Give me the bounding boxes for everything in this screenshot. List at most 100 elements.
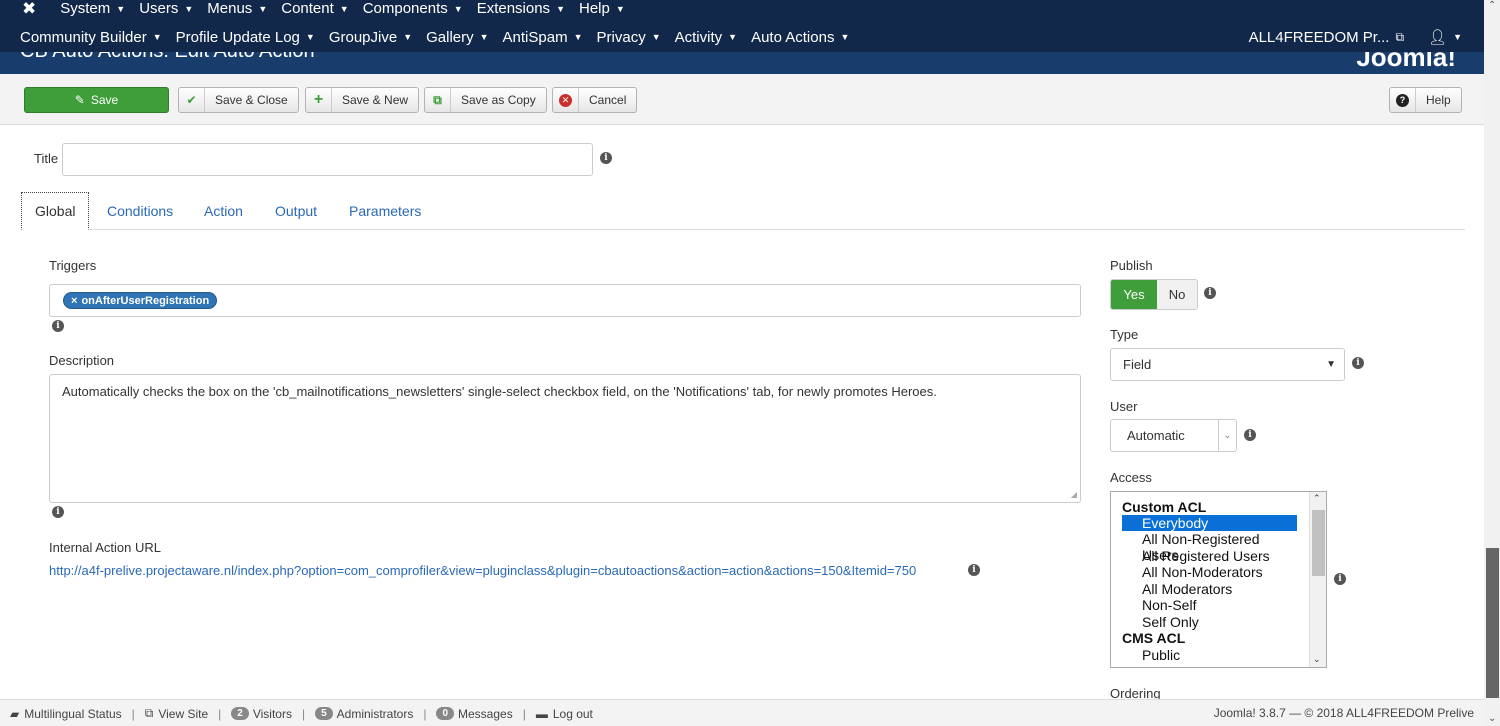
menu-activity[interactable]: Activity ▼ [675,29,737,46]
caret-down-icon: ▼ [840,32,850,42]
copy-icon: ⧉ [425,88,451,112]
save-new-label: Save & New [342,93,409,107]
menu-auto-actions[interactable]: Auto Actions ▼ [751,29,849,46]
listbox-option[interactable]: All Non-Moderators [1122,564,1297,580]
scroll-down-icon[interactable]: ⌄ [1488,713,1496,724]
menu-privacy[interactable]: Privacy ▼ [597,29,661,46]
multilingual-status-link[interactable]: ▰ Multilingual Status [10,707,122,721]
minus-icon: ▬ [535,706,548,721]
type-label: Type [1110,327,1139,342]
main-menu-row: ✖ System ▼ Users ▼ Menus ▼ Content ▼ Compone… [22,0,639,17]
menu-users[interactable]: Users ▼ [139,0,193,17]
caret-down-icon: ▼ [556,3,565,14]
info-icon[interactable]: i [968,564,980,576]
save-copy-button[interactable]: ⧉ Save as Copy [424,87,547,113]
menu-label: Community Builder [20,28,147,46]
caret-down-icon: ▼ [1326,359,1336,370]
tab-label: Parameters [349,203,422,219]
publish-toggle[interactable]: Yes No [1110,279,1198,310]
help-label: Help [1426,93,1451,107]
info-icon[interactable]: i [600,152,612,164]
visitors-badge: 2 [231,707,249,720]
info-icon[interactable]: i [1244,429,1256,441]
scroll-thumb[interactable] [1312,510,1325,576]
listbox-option[interactable]: Non-Self [1122,597,1297,613]
check-icon: ✔ [179,88,205,112]
menu-menus[interactable]: Menus ▼ [207,0,267,17]
menu-antispam[interactable]: AntiSpam ▼ [503,29,583,46]
menu-gallery[interactable]: Gallery ▼ [426,29,488,46]
scroll-down-icon[interactable]: ⌄ [1313,654,1321,665]
visitors-link[interactable]: 2 Visitors [231,707,292,721]
user-value: Automatic [1127,428,1185,443]
type-select[interactable]: Field ▼ [1110,348,1345,381]
scroll-up-icon[interactable]: ⌃ [1488,0,1496,11]
view-site-link[interactable]: ⧉ View Site [145,706,208,721]
menu-profile-update-log[interactable]: Profile Update Log ▼ [176,29,315,46]
tab-conditions[interactable]: Conditions [107,192,173,230]
chevron-down-icon: ⌄ [1218,420,1236,451]
menu-extensions[interactable]: Extensions ▼ [477,0,565,17]
help-button[interactable]: ? Help [1389,87,1462,113]
trigger-chip[interactable]: × onAfterUserRegistration [63,292,218,309]
tab-label: Global [35,203,76,219]
view-site-label: View Site [158,706,209,721]
administrators-link[interactable]: 5 Administrators [315,707,413,721]
access-listbox[interactable]: Custom ACL Everybody All Non-Registered … [1110,491,1327,668]
save-button[interactable]: ✎ Save [24,87,169,113]
caret-down-icon: ▼ [116,3,126,14]
listbox-option[interactable]: All Non-Registered Users [1122,531,1297,563]
listbox-option[interactable]: Public [1122,647,1297,663]
info-icon[interactable]: i [52,506,64,518]
visitors-label: Visitors [252,706,292,721]
listbox-option[interactable]: Everybody [1122,515,1297,531]
menu-system[interactable]: System ▼ [60,0,125,17]
messages-label: Messages [458,706,513,721]
menu-label: Profile Update Log [175,28,300,46]
menu-components[interactable]: Components ▼ [363,0,463,17]
info-icon[interactable]: i [1334,573,1346,585]
comment-icon: ▰ [10,706,20,721]
user-menu[interactable]: 👤︎ ▼ [1428,28,1462,46]
description-textarea[interactable]: Automatically checks the box on the 'cb_… [49,374,1081,503]
publish-no[interactable]: No [1157,280,1197,309]
logout-label: Log out [552,706,593,721]
logout-link[interactable]: ▬ Log out [536,707,593,721]
listbox-option[interactable]: All Registered Users [1122,548,1297,564]
menu-help[interactable]: Help ▼ [579,0,625,17]
tab-global[interactable]: Global [21,192,90,230]
listbox-scrollbar[interactable]: ⌃ ⌄ [1309,492,1326,667]
type-value: Field [1123,357,1152,372]
save-copy-label: Save as Copy [461,93,536,107]
separator: | [423,706,427,721]
site-name-link[interactable]: ALL4FREEDOM Pr... [1249,29,1390,46]
save-new-button[interactable]: + Save & New [305,87,420,113]
remove-icon[interactable]: × [71,295,77,307]
tab-action[interactable]: Action [204,192,243,230]
page-title: CB Auto Actions: Edit Auto Action [20,52,315,63]
title-input[interactable] [62,143,593,176]
menu-groupjive[interactable]: GroupJive ▼ [329,29,412,46]
resize-grip-icon[interactable]: ◢ [1071,490,1077,499]
joomla-icon[interactable]: ✖ [22,0,36,17]
tab-output[interactable]: Output [275,192,317,230]
scroll-up-icon[interactable]: ⌃ [1313,493,1321,504]
save-close-button[interactable]: ✔ Save & Close [178,87,299,113]
user-select[interactable]: Automatic ⌄ [1110,419,1237,452]
messages-link[interactable]: 0 Messages [436,706,513,721]
info-icon[interactable]: i [52,320,64,332]
tab-parameters[interactable]: Parameters [349,192,421,230]
info-icon[interactable]: i [1352,357,1364,369]
listbox-option[interactable]: Self Only [1122,614,1297,630]
listbox-option[interactable]: All Moderators [1122,581,1297,597]
publish-yes[interactable]: Yes [1111,280,1157,309]
nav-right: ALL4FREEDOM Pr... ⧉ 👤︎ ▼ [1249,26,1462,48]
menu-community-builder[interactable]: Community Builder ▼ [20,29,162,46]
triggers-input[interactable]: × onAfterUserRegistration [49,284,1081,317]
cancel-button[interactable]: ✕ Cancel [552,87,638,113]
menu-content[interactable]: Content ▼ [281,0,348,17]
tab-label: Action [204,203,243,219]
page-scroll-thumb[interactable] [1486,548,1499,698]
internal-action-url[interactable]: http://a4f-prelive.projectaware.nl/index… [49,563,916,578]
info-icon[interactable]: i [1204,287,1216,299]
